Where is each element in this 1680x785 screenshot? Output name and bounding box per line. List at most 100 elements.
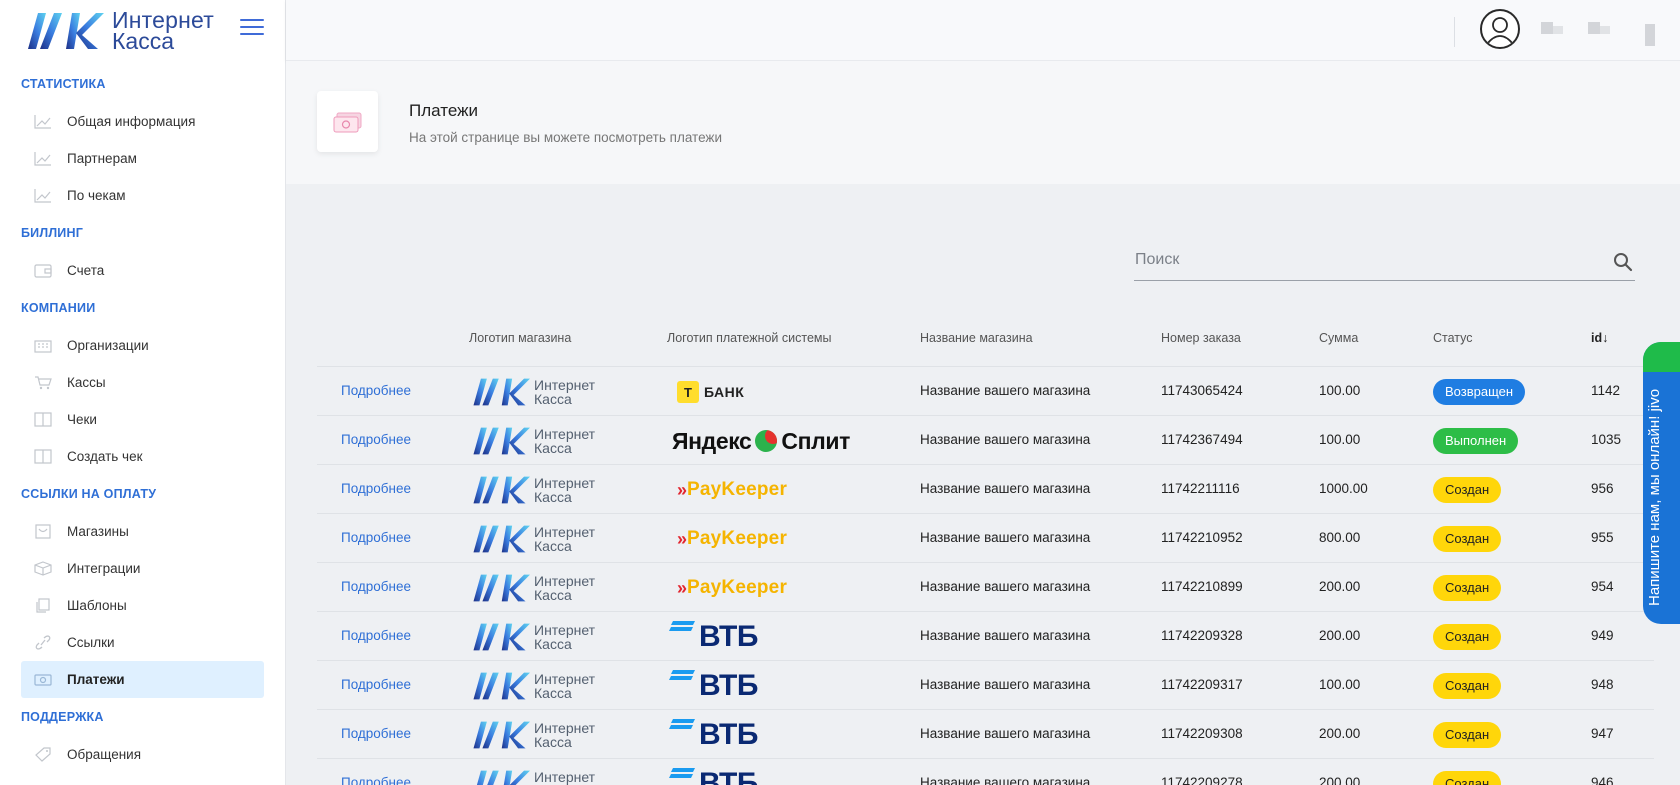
details-link[interactable]: Подробнее	[341, 530, 411, 545]
money-icon	[34, 674, 52, 686]
id-cell: 947	[1591, 726, 1614, 741]
split-dot-icon	[755, 430, 778, 452]
paykeeper-logo: » PayKeeper	[677, 528, 787, 550]
sidebar-item-by-receipts[interactable]: По чекам	[21, 177, 264, 214]
vtb-word: ВТБ	[699, 620, 758, 653]
shop-logo-line-2: Касса	[534, 734, 572, 750]
table-row: Подробнее ИнтернетКасса ВТБ Название вашего…	[317, 612, 1654, 661]
id-cell: 955	[1591, 530, 1614, 545]
redacted-control[interactable]	[1541, 22, 1553, 34]
payment-system-logo: » PayKeeper	[667, 571, 787, 605]
status-badge: Создан	[1433, 477, 1502, 503]
column-header-shop-logo[interactable]: Логотип магазина	[469, 331, 571, 345]
sidebar-item-create-receipt[interactable]: Создать чек	[21, 438, 264, 475]
column-header-id[interactable]: id↓	[1591, 331, 1608, 345]
column-header-id-label: id	[1591, 331, 1603, 345]
payment-system-logo: ВТБ	[667, 767, 758, 785]
details-link[interactable]: Подробнее	[341, 775, 411, 785]
yandex-split-logo: Яндекс Сплит	[672, 428, 850, 455]
column-header-pay-logo[interactable]: Логотип платежной системы	[667, 331, 831, 345]
paykeeper-arrows-icon: »	[677, 528, 687, 549]
table-row: Подробнее Интернет Касса » PayKeeper Название…	[317, 465, 1654, 514]
ik-logo-icon	[473, 574, 530, 602]
shop-logo-line-1: Интернет	[534, 622, 596, 638]
ik-logo-icon	[473, 623, 530, 651]
column-header-sum[interactable]: Сумма	[1319, 331, 1358, 345]
search-input[interactable]	[1134, 245, 1594, 275]
vtb-logo: ВТБ	[669, 767, 758, 785]
shop-name-cell: Название вашего магазина	[920, 628, 1091, 643]
sidebar-item-templates[interactable]: Шаблоны	[21, 587, 264, 624]
sidebar-section-title: ССЫЛКИ НА ОПЛАТУ	[21, 487, 157, 501]
sidebar-item-invoices[interactable]: Счета	[21, 252, 264, 289]
column-header-shop-name[interactable]: Название магазина	[920, 331, 1033, 345]
sidebar-section-title: БИЛЛИНГ	[21, 226, 84, 240]
sidebar-item-label: Кассы	[67, 375, 106, 390]
chart-icon	[34, 152, 51, 166]
shop-logo-line-2: Касса	[534, 587, 572, 603]
sidebar-item-label: Шаблоны	[67, 598, 127, 613]
money-icon	[333, 112, 361, 132]
chat-widget-button[interactable]: Напишите нам, мы онлайн! jivo	[1643, 342, 1680, 624]
sidebar-item-organizations[interactable]: Организации	[21, 327, 264, 364]
search-field[interactable]	[1134, 245, 1635, 281]
shop-logo-text: ИнтернетКасса	[534, 623, 595, 651]
payments-table: Логотип магазина Логотип платежной систе…	[317, 318, 1654, 785]
shop-logo-line-1: Интернет	[534, 426, 596, 442]
details-link[interactable]: Подробнее	[341, 481, 411, 496]
status-badge: Возвращен	[1433, 379, 1526, 405]
column-header-status[interactable]: Статус	[1433, 331, 1473, 345]
shop-logo: ИнтернетКасса	[472, 719, 595, 751]
details-link[interactable]: Подробнее	[341, 677, 411, 692]
menu-toggle-icon[interactable]	[240, 19, 264, 37]
shop-logo-text: ИнтернетКасса	[534, 721, 595, 749]
ik-logo-icon	[473, 721, 530, 749]
sum-cell: 1000.00	[1319, 481, 1368, 496]
details-link[interactable]: Подробнее	[341, 383, 411, 398]
sidebar-section-title: СТАТИСТИКА	[21, 77, 106, 91]
sidebar-item-cash-registers[interactable]: Кассы	[21, 364, 264, 401]
sidebar-item-receipts[interactable]: Чеки	[21, 401, 264, 438]
page-title: Платежи	[409, 101, 478, 120]
shop-logo-line-2: Касса	[534, 636, 572, 652]
tbank-shield-icon: Т	[677, 381, 699, 403]
sum-cell: 100.00	[1319, 383, 1361, 398]
sidebar-item-links[interactable]: Ссылки	[21, 624, 264, 661]
user-avatar-icon[interactable]	[1480, 9, 1520, 49]
shop-name-cell: Название вашего магазина	[920, 775, 1091, 785]
redacted-control[interactable]	[1645, 24, 1655, 46]
details-link[interactable]: Подробнее	[341, 432, 411, 447]
shop-logo-line-2: Касса	[534, 489, 572, 505]
column-header-order[interactable]: Номер заказа	[1161, 331, 1241, 345]
table-header: Логотип магазина Логотип платежной систе…	[317, 318, 1654, 367]
ik-logo-icon	[476, 770, 530, 785]
paykeeper-logo: » PayKeeper	[677, 577, 787, 599]
vtb-logo: ВТБ	[669, 669, 758, 703]
status-badge: Выполнен	[1433, 428, 1519, 454]
sidebar-item-label: Счета	[67, 263, 105, 278]
shop-logo-line-2: Касса	[534, 538, 572, 554]
sidebar-item-general-info[interactable]: Общая информация	[21, 103, 264, 140]
shop-logo-line-1: Интернет	[534, 524, 596, 540]
order-number-cell: 11742209308	[1161, 726, 1243, 741]
vtb-stripes-icon	[669, 670, 695, 680]
payment-system-logo: » PayKeeper	[667, 522, 787, 556]
shop-logo: ИнтернетКасса	[472, 474, 595, 506]
sidebar-item-partners[interactable]: Партнерам	[21, 140, 264, 177]
shop-logo-text: ИнтернетКасса	[534, 378, 595, 406]
order-number-cell: 11742210899	[1161, 579, 1243, 594]
sidebar-item-shops[interactable]: Магазины	[21, 513, 264, 550]
table-row: Подробнее Интернет Касса » PayKeeper Название…	[317, 514, 1654, 563]
ik-logo-icon	[473, 427, 530, 455]
search-icon[interactable]	[1613, 252, 1633, 272]
id-cell: 956	[1591, 481, 1614, 496]
tbank-word: БАНК	[704, 384, 745, 400]
sidebar-item-integrations[interactable]: Интеграции	[21, 550, 264, 587]
status-badge: Создан	[1433, 526, 1502, 552]
sidebar-item-payments[interactable]: Платежи	[21, 661, 264, 698]
redacted-control[interactable]	[1588, 22, 1600, 34]
details-link[interactable]: Подробнее	[341, 579, 411, 594]
details-link[interactable]: Подробнее	[341, 628, 411, 643]
details-link[interactable]: Подробнее	[341, 726, 411, 741]
sidebar-item-tickets[interactable]: Обращения	[21, 736, 264, 773]
